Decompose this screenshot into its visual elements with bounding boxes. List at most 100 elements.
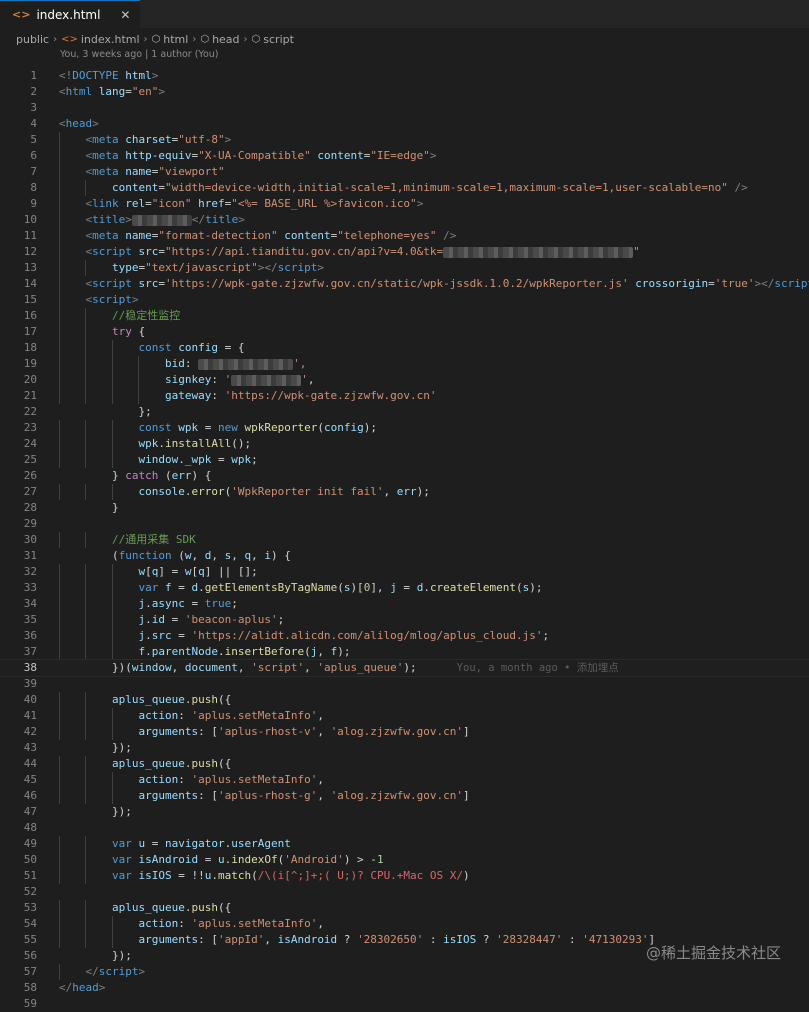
code-line[interactable]: 38 })(window, document, 'script', 'aplus…: [0, 659, 809, 677]
code-line[interactable]: 52: [0, 884, 809, 900]
indent-guide: [85, 628, 87, 644]
code-text: window._wpk = wpk;: [37, 452, 258, 468]
code-line[interactable]: 4 <head>: [0, 116, 809, 132]
codelens-blame[interactable]: You, 3 weeks ago | 1 author (You): [0, 48, 809, 62]
indent-guide: [59, 260, 60, 276]
code-line[interactable]: 29: [0, 516, 809, 532]
code-line[interactable]: 28 }: [0, 500, 809, 516]
code-line[interactable]: 1 <!DOCTYPE html>: [0, 68, 809, 84]
code-line[interactable]: 43 });: [0, 740, 809, 756]
code-line[interactable]: 21 gateway: 'https://wpk-gate.zjzwfw.gov…: [0, 388, 809, 404]
indent-guide: [59, 372, 60, 388]
code-text: const wpk = new wpkReporter(config);: [37, 420, 377, 436]
code-line[interactable]: 47 });: [0, 804, 809, 820]
breadcrumb-html[interactable]: ⬡ html: [152, 33, 189, 46]
code-token: =: [125, 85, 132, 98]
breadcrumb-head[interactable]: ⬡ head: [200, 33, 239, 46]
code-line[interactable]: 9 <link rel="icon" href="<%= BASE_URL %>…: [0, 196, 809, 212]
breadcrumb-index-html[interactable]: <> index.html: [61, 33, 139, 46]
code-line[interactable]: 34 j.async = true;: [0, 596, 809, 612]
code-token: ]: [463, 725, 470, 738]
code-line[interactable]: 19 bid: ',: [0, 356, 809, 372]
code-line[interactable]: 39: [0, 676, 809, 692]
code-line[interactable]: 6 <meta http-equiv="X-UA-Compatible" con…: [0, 148, 809, 164]
code-token: = !!: [171, 869, 205, 882]
code-line[interactable]: 8 content="width=device-width,initial-sc…: [0, 180, 809, 196]
code-editor[interactable]: 1 <!DOCTYPE html> 2 <html lang="en"> 3 4 <head…: [0, 68, 809, 1012]
code-line[interactable]: 15 <script>: [0, 292, 809, 308]
indent-guide: [59, 964, 60, 980]
code-token: i: [264, 549, 271, 562]
code-line[interactable]: 30 //通用采集 SDK: [0, 532, 809, 548]
code-line[interactable]: 2 <html lang="en">: [0, 84, 809, 100]
code-line[interactable]: 11 <meta name="format-detection" content…: [0, 228, 809, 244]
code-token: >: [92, 117, 99, 130]
code-line[interactable]: 12 <script src="https://api.tianditu.gov…: [0, 244, 809, 260]
code-token: isAndroid: [277, 933, 338, 946]
code-line[interactable]: 49 var u = navigator.userAgent: [0, 836, 809, 852]
code-token: ': [224, 373, 232, 386]
breadcrumb-public[interactable]: public: [16, 33, 49, 46]
code-line[interactable]: 35 j.id = 'beacon-aplus';: [0, 612, 809, 628]
code-token: content: [317, 149, 364, 162]
code-line[interactable]: 33 var f = d.getElementsByTagName(s)[0],…: [0, 580, 809, 596]
code-line[interactable]: 3: [0, 100, 809, 116]
code-line[interactable]: 51 var isIOS = !!u.match(/\(i[^;]+;( U;)…: [0, 868, 809, 884]
breadcrumb-label: script: [263, 32, 294, 46]
code-line[interactable]: 48: [0, 820, 809, 836]
tab-index-html[interactable]: <> index.html ✕: [0, 0, 141, 28]
code-token: indexOf: [231, 853, 278, 866]
code-line[interactable]: 22 };: [0, 404, 809, 420]
code-line[interactable]: 10 <title> </title>: [0, 212, 809, 228]
code-token: 'https://wpk-gate.zjzwfw.gov.cn/static/w…: [165, 277, 629, 290]
line-number: 49: [23, 837, 37, 850]
code-line[interactable]: 40 aplus_queue.push({: [0, 692, 809, 708]
code-line[interactable]: 20 signkey: ' ',: [0, 372, 809, 388]
code-token: head: [65, 117, 93, 130]
code-line[interactable]: 13 type="text/javascript"></script>: [0, 260, 809, 276]
code-line[interactable]: 23 const wpk = new wpkReporter(config);: [0, 420, 809, 436]
code-line[interactable]: 53 aplus_queue.push({: [0, 900, 809, 916]
indent-guide: [85, 356, 87, 372]
code-line[interactable]: 57 </script>: [0, 964, 809, 980]
code-line[interactable]: 24 wpk.installAll();: [0, 436, 809, 452]
code-line[interactable]: 5 <meta charset="utf-8">: [0, 132, 809, 148]
code-line[interactable]: 27 console.error('WpkReporter init fail'…: [0, 484, 809, 500]
code-line[interactable]: 32 w[q] = w[q] || [];: [0, 564, 809, 580]
code-line[interactable]: 42 arguments: ['aplus-rhost-v', 'alog.zj…: [0, 724, 809, 740]
code-text: action: 'aplus.setMetaInfo',: [37, 708, 324, 724]
code-token: html: [125, 69, 152, 82]
code-token: catch: [125, 469, 159, 482]
close-icon[interactable]: ✕: [120, 8, 130, 22]
code-token: :: [184, 357, 199, 370]
code-line[interactable]: 26 } catch (err) {: [0, 468, 809, 484]
code-line[interactable]: 18 const config = {: [0, 340, 809, 356]
code-line[interactable]: 41 action: 'aplus.setMetaInfo',: [0, 708, 809, 724]
code-line[interactable]: 58 </head>: [0, 980, 809, 996]
code-line[interactable]: 31 (function (w, d, s, q, i) {: [0, 548, 809, 564]
breadcrumb-script[interactable]: ⬡ script: [252, 33, 294, 46]
code-line[interactable]: 54 action: 'aplus.setMetaInfo',: [0, 916, 809, 932]
code-line[interactable]: 14 <script src='https://wpk-gate.zjzwfw.…: [0, 276, 809, 292]
line-number: 54: [23, 917, 37, 930]
code-text: <meta charset="utf-8">: [37, 132, 231, 148]
code-line[interactable]: 25 window._wpk = wpk;: [0, 452, 809, 468]
code-line[interactable]: 45 action: 'aplus.setMetaInfo',: [0, 772, 809, 788]
code-line[interactable]: 50 var isAndroid = u.indexOf('Android') …: [0, 852, 809, 868]
code-line[interactable]: 46 arguments: ['aplus-rhost-g', 'alog.zj…: [0, 788, 809, 804]
code-token: ): [463, 869, 470, 882]
code-line[interactable]: 36 j.src = 'https://alidt.alicdn.com/ali…: [0, 628, 809, 644]
code-token: });: [59, 949, 132, 962]
code-line[interactable]: 17 try {: [0, 324, 809, 340]
code-line[interactable]: 7 <meta name="viewport": [0, 164, 809, 180]
code-line[interactable]: 37 f.parentNode.insertBefore(j, f);: [0, 644, 809, 660]
code-line[interactable]: 59: [0, 996, 809, 1012]
code-line[interactable]: 16 //稳定性监控: [0, 308, 809, 324]
indent-guide: [59, 596, 60, 612]
code-text: //稳定性监控: [37, 308, 180, 324]
indent-guide: [85, 692, 87, 708]
code-line[interactable]: 44 aplus_queue.push({: [0, 756, 809, 772]
